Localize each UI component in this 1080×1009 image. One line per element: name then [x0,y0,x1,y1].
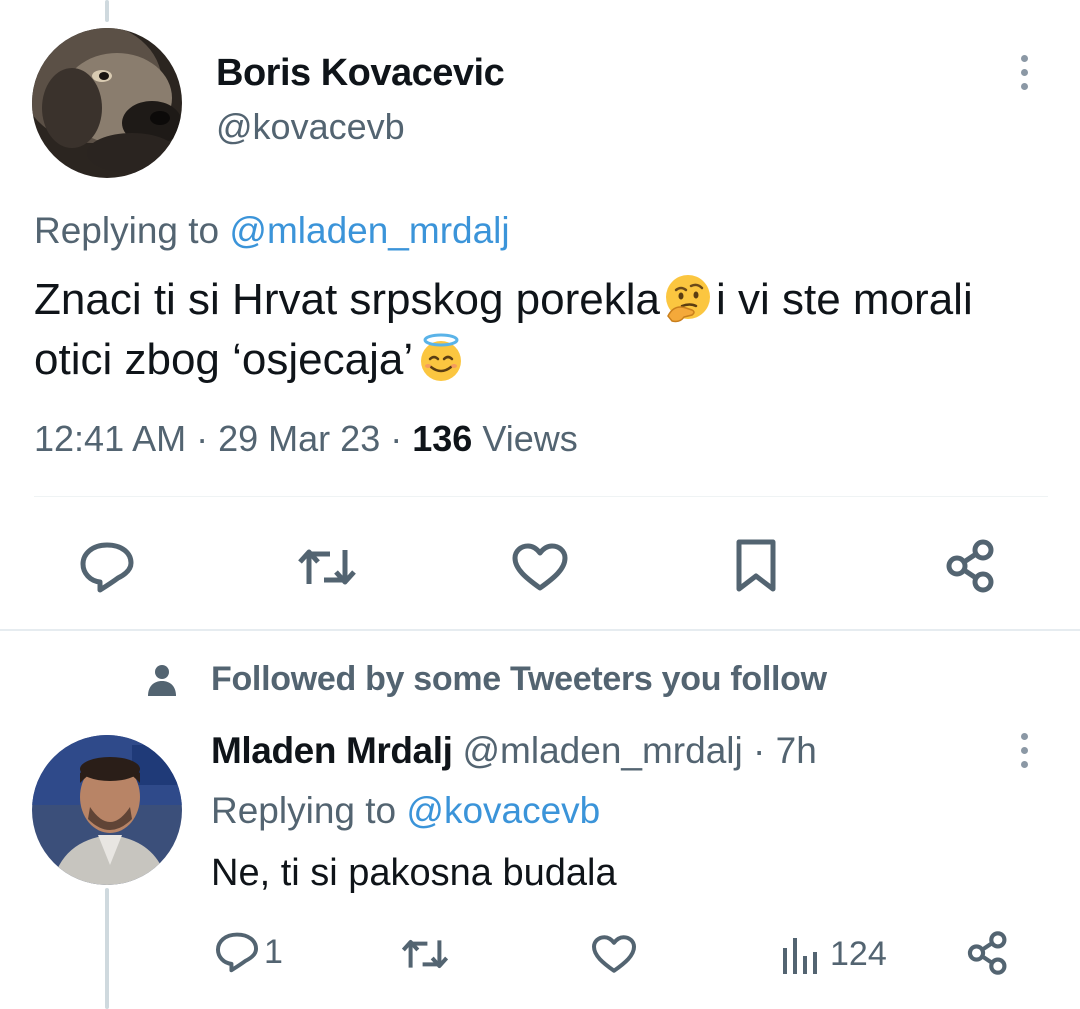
reply-replying-prefix: Replying to [211,790,397,831]
section-divider [0,629,1080,631]
reply-time[interactable]: 7h [776,730,817,771]
tweet-text: Znaci ti si Hrvat srpskog porekla i vi s… [34,270,1044,390]
share-icon [967,931,1007,975]
retweet-icon [401,940,449,968]
like-button[interactable] [510,542,570,592]
reply-replying-to-line: Replying to @kovacevb [211,790,600,832]
meta-separator: · [196,418,219,459]
reply-author-handle[interactable]: @mladen_mrdalj [463,730,743,771]
replying-to-line: Replying to @mladen_mrdalj [34,210,510,252]
reply-icon [80,542,134,593]
share-icon [946,539,994,593]
views-count: 136 [412,418,473,459]
tweet-time[interactable]: 12:41 AM [34,418,186,459]
social-context-text: Followed by some Tweeters you follow [211,660,827,698]
reply-separator: · [753,730,766,771]
replying-prefix: Replying to [34,210,220,251]
person-icon [148,665,176,696]
tweet-text-part1: Znaci ti si Hrvat srpskog porekla [34,275,660,324]
tweet-meta: 12:41 AM · 29 Mar 23 · 136 Views [34,418,578,460]
author-handle[interactable]: @kovacevb [216,106,405,148]
reply-replying-to-mention[interactable]: @kovacevb [406,790,600,831]
bookmark-button[interactable] [733,538,779,594]
smiling-halo-emoji [421,333,462,381]
share-button[interactable] [943,538,999,594]
thinking-face-emoji [666,275,710,323]
reply-like-button[interactable] [590,934,638,974]
heart-icon [592,935,636,973]
thread-line-bottom [105,888,109,1009]
reply-author-avatar[interactable] [32,735,182,885]
replying-to-mention[interactable]: @mladen_mrdalj [229,210,509,251]
reply-views-count: 124 [830,934,887,973]
meta-separator: · [390,418,413,459]
author-name[interactable]: Boris Kovacevic [216,52,505,95]
reply-retweet-button[interactable] [400,934,450,974]
reply-text: Ne, ti si pakosna budala [211,852,617,894]
more-options-icon[interactable] [1014,50,1034,94]
retweet-icon [298,549,356,585]
reply-header: Mladen Mrdalj @mladen_mrdalj · 7h [211,730,817,772]
thread-line-top [105,0,109,22]
views-label: Views [482,418,578,459]
reply-views-button[interactable]: 124 [780,932,887,976]
bookmark-icon [736,539,776,592]
author-avatar[interactable] [32,28,182,178]
tweet-date[interactable]: 29 Mar 23 [218,418,380,459]
reply-share-button[interactable] [965,930,1011,976]
heart-icon [512,543,568,591]
reply-count: 1 [264,932,283,971]
reply-author-name[interactable]: Mladen Mrdalj [211,730,453,771]
retweet-button[interactable] [296,542,358,592]
reply-icon [215,932,259,973]
divider [34,496,1048,497]
analytics-icon [783,938,817,974]
reply-button[interactable] [78,540,136,594]
reply-more-options-icon[interactable] [1014,728,1034,772]
reply-reply-button[interactable]: 1 [214,930,283,974]
